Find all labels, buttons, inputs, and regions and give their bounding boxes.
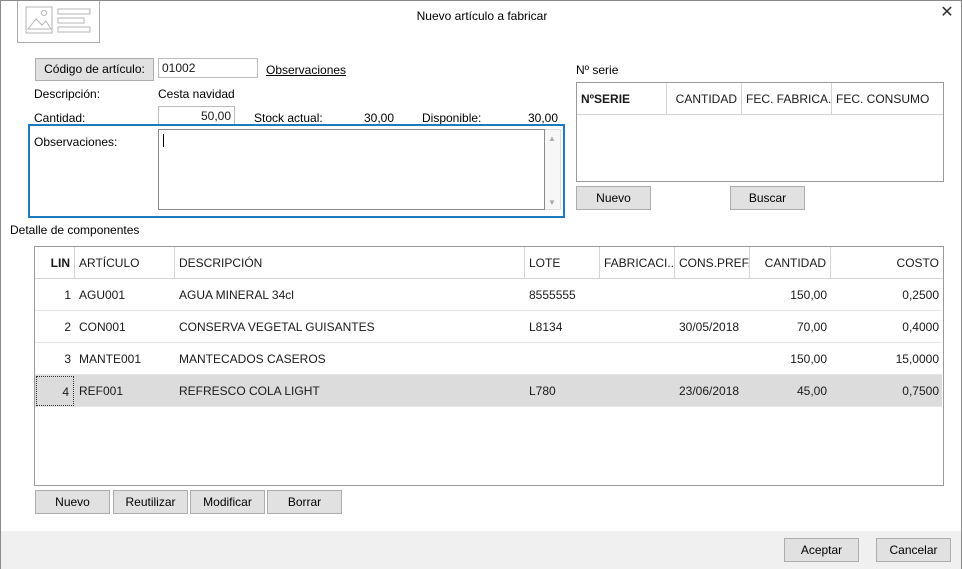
cell-descripcion: AGUA MINERAL 34cl	[179, 288, 294, 302]
window-title: Nuevo artículo a fabricar	[416, 9, 548, 23]
cell-cantidad: 150,00	[790, 288, 827, 302]
cell-lote: L780	[529, 384, 556, 398]
cell-lote: L8134	[529, 320, 563, 334]
serial-title: Nº serie	[576, 63, 619, 77]
cell-cons-pref: 30/05/2018	[679, 320, 740, 334]
description-label: Descripción:	[34, 87, 101, 101]
observaciones-link[interactable]: Observaciones	[266, 63, 346, 77]
component-modify-button[interactable]: Modificar	[190, 490, 265, 514]
table-row-selected[interactable]: 4 REF001 REFRESCO COLA LIGHT L780 23/06/…	[35, 375, 942, 407]
serial-col-cantidad[interactable]: CANTIDAD	[667, 83, 742, 115]
quantity-label: Cantidad:	[34, 111, 86, 125]
serial-col-fec-consumo[interactable]: FEC. CONSUMO	[832, 83, 943, 115]
cell-costo: 0,7500	[902, 384, 939, 398]
cell-cons-pref	[675, 343, 750, 375]
stock-value: 30,00	[363, 111, 394, 125]
table-row[interactable]: 1 AGU001 AGUA MINERAL 34cl 8555555 150,0…	[35, 279, 942, 311]
col-fabricacion[interactable]: FABRICACI...	[600, 247, 675, 279]
col-costo[interactable]: COSTO	[831, 247, 943, 279]
cell-lote: 8555555	[529, 288, 576, 302]
description-value: Cesta navidad	[158, 87, 235, 101]
cell-descripcion: REFRESCO COLA LIGHT	[179, 384, 320, 398]
component-reuse-button[interactable]: Reutilizar	[113, 490, 188, 514]
article-code-button[interactable]: Código de artículo:	[35, 58, 154, 81]
component-new-button[interactable]: Nuevo	[35, 490, 110, 514]
cell-fabricacion	[600, 279, 675, 311]
scroll-up-icon[interactable]: ▲	[548, 134, 556, 143]
cell-costo: 15,0000	[895, 352, 939, 366]
table-row[interactable]: 2 CON001 CONSERVA VEGETAL GUISANTES L813…	[35, 311, 942, 343]
observations-scrollbar[interactable]: ▲ ▼	[545, 129, 561, 210]
available-value: 30,00	[527, 111, 558, 125]
cell-lin: 2	[64, 320, 71, 334]
cell-fabricacion	[600, 311, 675, 343]
table-row[interactable]: 3 MANTE001 MANTECADOS CASEROS 150,00 15,…	[35, 343, 942, 375]
serial-col-nserie[interactable]: NºSERIE	[577, 83, 667, 115]
col-lin[interactable]: LIN	[35, 247, 75, 279]
cell-fabricacion	[600, 343, 675, 375]
col-descripcion[interactable]: DESCRIPCIÓN	[175, 247, 525, 279]
dialog-footer: Aceptar Cancelar	[1, 531, 961, 569]
cell-costo: 0,2500	[902, 288, 939, 302]
cell-descripcion: CONSERVA VEGETAL GUISANTES	[179, 320, 375, 334]
cell-descripcion: MANTECADOS CASEROS	[179, 352, 326, 366]
components-grid[interactable]: LIN ARTÍCULO DESCRIPCIÓN LOTE FABRICACI.…	[34, 246, 944, 486]
text-caret	[163, 134, 164, 147]
cancel-button[interactable]: Cancelar	[876, 538, 951, 562]
cell-cantidad: 150,00	[790, 352, 827, 366]
available-label: Disponible:	[422, 111, 482, 125]
cell-lin: 3	[64, 352, 71, 366]
cell-cons-pref	[675, 279, 750, 311]
serial-new-button[interactable]: Nuevo	[576, 186, 651, 210]
quantity-input[interactable]: 50,00	[158, 106, 235, 126]
cell-cantidad: 45,00	[796, 384, 827, 398]
close-icon[interactable]: ✕	[937, 3, 957, 23]
cell-fabricacion	[600, 375, 675, 407]
stock-label: Stock actual:	[254, 111, 323, 125]
accept-button[interactable]: Aceptar	[784, 538, 859, 562]
components-title: Detalle de componentes	[10, 223, 140, 237]
cell-articulo: REF001	[79, 384, 124, 398]
cell-articulo: CON001	[79, 320, 126, 334]
scroll-down-icon[interactable]: ▼	[548, 198, 556, 207]
article-code-input[interactable]: 01002	[158, 58, 258, 78]
cell-cantidad: 70,00	[796, 320, 827, 334]
serial-search-button[interactable]: Buscar	[730, 186, 805, 210]
col-cantidad[interactable]: CANTIDAD	[750, 247, 831, 279]
cell-articulo: AGU001	[79, 288, 126, 302]
observations-textarea[interactable]	[158, 129, 545, 210]
dialog-window: Nuevo artículo a fabricar ✕ Código de ar…	[0, 0, 962, 569]
col-lote[interactable]: LOTE	[525, 247, 600, 279]
component-delete-button[interactable]: Borrar	[267, 490, 342, 514]
cell-articulo: MANTE001	[79, 352, 142, 366]
cell-cons-pref: 23/06/2018	[679, 384, 740, 398]
cell-lin: 1	[64, 288, 71, 302]
col-articulo[interactable]: ARTÍCULO	[75, 247, 175, 279]
col-cons-pref[interactable]: CONS.PREF.	[675, 247, 750, 279]
observations-label: Observaciones:	[34, 135, 118, 149]
serial-col-fec-fabricacion[interactable]: FEC. FABRICA...	[742, 83, 832, 115]
serial-grid[interactable]: NºSERIE CANTIDAD FEC. FABRICA... FEC. CO…	[576, 82, 944, 182]
cell-lote	[525, 343, 600, 375]
cell-lin: 4	[36, 376, 74, 406]
cell-costo: 0,4000	[902, 320, 939, 334]
